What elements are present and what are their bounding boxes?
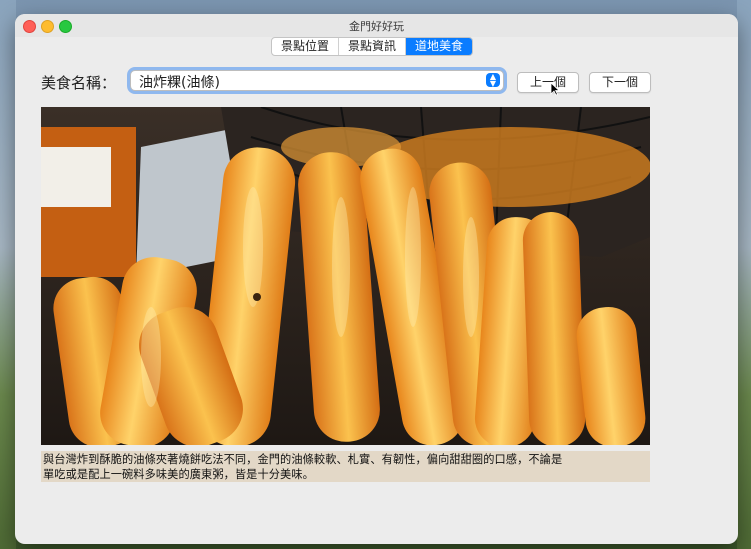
tab-bar: 景點位置 景點資訊 道地美食 — [271, 37, 474, 56]
description-line-2: 單吃或是配上一碗料多味美的廣東粥，皆是十分美味。 — [43, 468, 314, 481]
title-bar: 金門好好玩 — [15, 14, 738, 37]
desktop-background-left — [0, 0, 16, 549]
food-select-value: 油炸粿(油條) — [139, 75, 220, 91]
window-title: 金門好好玩 — [349, 20, 404, 33]
desktop-background-right — [737, 0, 751, 549]
food-photo — [41, 107, 650, 445]
fried-dough-sticks-image — [41, 107, 650, 445]
chevron-up-down-icon: ▲ ▼ — [486, 73, 500, 88]
previous-button[interactable]: 上一個 — [517, 72, 579, 93]
next-button[interactable]: 下一個 — [589, 72, 651, 93]
food-name-label: 美食名稱： — [41, 74, 117, 92]
food-select[interactable]: 油炸粿(油條) ▲ ▼ — [130, 70, 504, 91]
mouse-cursor-icon — [550, 82, 560, 96]
app-window: 金門好好玩 景點位置 景點資訊 道地美食 美食名稱： 油炸粿(油條) ▲ ▼ 上一… — [15, 14, 738, 544]
description-line-1: 與台灣炸到酥脆的油條夾著燒餅吃法不同，金門的油條較軟、札實、有韌性，偏向甜甜圈的… — [43, 453, 563, 466]
tab-location[interactable]: 景點位置 — [272, 38, 340, 55]
tab-local-food[interactable]: 道地美食 — [406, 38, 473, 55]
food-description: 與台灣炸到酥脆的油條夾著燒餅吃法不同，金門的油條較軟、札實、有韌性，偏向甜甜圈的… — [41, 451, 650, 482]
tab-info[interactable]: 景點資訊 — [339, 38, 407, 55]
